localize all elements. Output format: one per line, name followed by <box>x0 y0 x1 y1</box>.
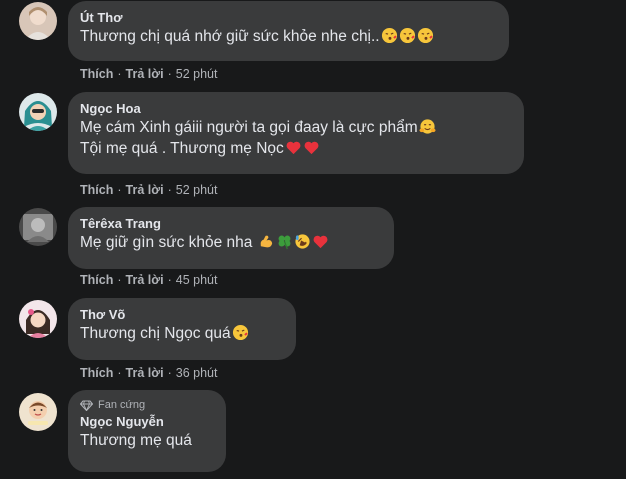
red-heart-emoji <box>312 233 329 250</box>
comment-timestamp[interactable]: 45 phút <box>176 273 218 287</box>
comment-timestamp[interactable]: 52 phút <box>176 67 218 81</box>
four-leaf-clover-emoji <box>276 233 293 250</box>
comment-text: Thương mẹ quá <box>80 432 192 449</box>
fan-badge[interactable]: Fan cứng <box>79 398 214 413</box>
avatar[interactable] <box>19 393 57 431</box>
avatar[interactable] <box>19 2 57 40</box>
like-button[interactable]: Thích <box>80 183 113 197</box>
comment-bubble: Ngọc Hoa Mẹ cám Xinh gáiii người ta gọi … <box>68 92 524 174</box>
avatar[interactable] <box>19 208 57 246</box>
like-button[interactable]: Thích <box>80 366 113 380</box>
rofl-emoji <box>294 233 311 250</box>
comment-timestamp[interactable]: 52 phút <box>176 183 218 197</box>
comment-actions: Thích · Trả lời · 36 phút <box>80 366 218 380</box>
comment-actions: Thích · Trả lời · 52 phút <box>80 67 218 81</box>
comment-bubble: Fan cứng Ngọc Nguyễn Thương mẹ quá <box>68 390 226 472</box>
like-button[interactable]: Thích <box>80 67 113 81</box>
kissing-heart-emoji <box>399 27 416 44</box>
avatar[interactable] <box>19 93 57 131</box>
avatar[interactable] <box>19 300 57 338</box>
hugging-face-emoji <box>419 118 436 135</box>
diamond-icon <box>79 400 94 412</box>
kissing-heart-emoji <box>232 324 249 341</box>
reply-button[interactable]: Trả lời <box>126 183 164 197</box>
comment-text-line: Mẹ cám Xinh gáiii người ta gọi đaay là c… <box>80 117 512 138</box>
red-heart-emoji <box>303 139 320 156</box>
comment-author[interactable]: Ngọc Hoa <box>80 100 512 117</box>
comment-author[interactable]: Ngọc Nguyễn <box>80 413 214 430</box>
reply-button[interactable]: Trả lời <box>126 366 164 380</box>
kissing-heart-emoji <box>417 27 434 44</box>
comment-bubble: Út Thơ Thương chị quá nhớ giữ sức khỏe n… <box>68 1 509 61</box>
red-heart-emoji <box>285 139 302 156</box>
comment-text: Thương chị Ngọc quá <box>80 323 284 344</box>
reply-button[interactable]: Trả lời <box>126 67 164 81</box>
comment-actions: Thích · Trả lời · 52 phút <box>80 183 218 197</box>
comment-actions: Thích · Trả lời · 45 phút <box>80 273 218 287</box>
comment-bubble: Thơ Võ Thương chị Ngọc quá <box>68 298 296 360</box>
comment-text-line: Tội mẹ quá . Thương mẹ Nọc <box>80 138 512 159</box>
kissing-heart-emoji <box>381 27 398 44</box>
comment-author[interactable]: Út Thơ <box>80 9 497 26</box>
comment-text: Thương chị quá nhớ giữ sức khỏe nhe chị.… <box>80 26 497 47</box>
comment-text: Mẹ giữ gìn sức khỏe nha <box>80 232 382 253</box>
like-button[interactable]: Thích <box>80 273 113 287</box>
reply-button[interactable]: Trả lời <box>126 273 164 287</box>
flexed-biceps-emoji <box>258 233 275 250</box>
comment-timestamp[interactable]: 36 phút <box>176 366 218 380</box>
comment-author[interactable]: Têrêxa Trang <box>80 215 382 232</box>
comment-author[interactable]: Thơ Võ <box>80 306 284 323</box>
comment-bubble: Têrêxa Trang Mẹ giữ gìn sức khỏe nha <box>68 207 394 269</box>
